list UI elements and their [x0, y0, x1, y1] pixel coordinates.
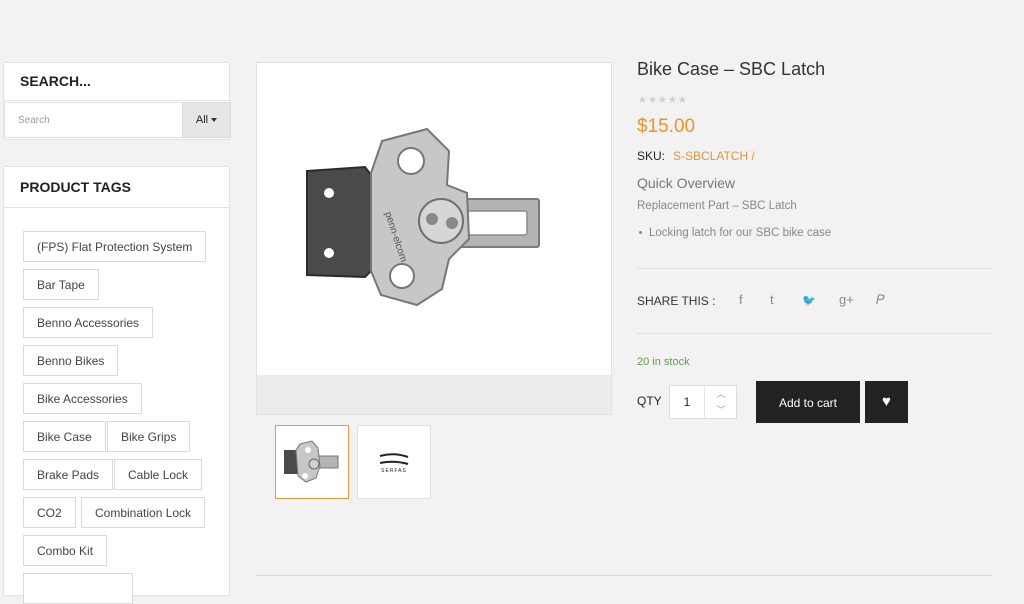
quick-overview-text: Replacement Part – SBC Latch — [637, 200, 797, 212]
pinterest-icon[interactable]: 𝑃 — [876, 292, 885, 308]
tag-link[interactable]: Benno Accessories — [23, 307, 154, 338]
divider — [256, 575, 992, 576]
facebook-icon[interactable]: f — [739, 292, 743, 307]
divider — [637, 333, 992, 334]
qty-arrows: ︿ ﹀ — [704, 386, 737, 418]
sku: SKU: S-SBCLATCH / — [637, 149, 755, 163]
wishlist-button[interactable]: ♥ — [865, 381, 908, 423]
tumblr-icon[interactable]: t — [770, 292, 774, 307]
feature-list-item: Locking latch for our SBC bike case — [637, 227, 831, 239]
google-plus-icon[interactable]: g+ — [839, 292, 854, 307]
chevron-up-icon[interactable]: ︿ — [705, 386, 737, 402]
tag-link[interactable]: Bike Grips — [107, 421, 191, 452]
thumbnail-latch[interactable] — [275, 425, 349, 499]
search-input[interactable] — [4, 102, 182, 138]
tag-link[interactable] — [23, 573, 133, 604]
divider — [637, 268, 992, 269]
search-widget-title: SEARCH... — [4, 63, 229, 101]
tag-link[interactable]: Cable Lock — [114, 459, 203, 490]
serfas-logo-image: SERFAS — [379, 453, 409, 474]
search-category-label: All — [195, 114, 209, 126]
search-widget: SEARCH... All — [3, 62, 231, 140]
search-row: All — [4, 102, 231, 138]
product-tags-title: PRODUCT TAGS — [4, 167, 229, 208]
quantity-stepper: ︿ ﹀ — [669, 385, 737, 419]
tag-link[interactable]: Bar Tape — [23, 269, 99, 300]
gallery-footer — [257, 375, 611, 414]
quick-overview-heading: Quick Overview — [637, 175, 736, 191]
tag-link[interactable]: Bike Accessories — [23, 383, 142, 414]
add-to-cart-button[interactable]: Add to cart — [756, 381, 860, 423]
stock-status: 20 in stock — [637, 356, 690, 368]
product-title: Bike Case – SBC Latch — [637, 59, 826, 79]
twitter-icon[interactable]: 🐦 — [802, 294, 816, 307]
search-category-select[interactable]: All — [182, 102, 231, 138]
quantity-input[interactable] — [670, 386, 704, 418]
thumbnail-latch-image — [284, 440, 339, 483]
sku-value: S-SBCLATCH / — [673, 149, 755, 163]
caret-down-icon — [211, 118, 218, 123]
product-price: $15.00 — [637, 116, 696, 137]
tag-link[interactable]: CO2 — [23, 497, 76, 528]
serfas-logo-text: SERFAS — [381, 468, 407, 474]
tag-link[interactable]: Combo Kit — [23, 535, 108, 566]
qty-label: QTY — [637, 394, 662, 408]
bullet-icon — [639, 231, 642, 235]
chevron-down-icon[interactable]: ﹀ — [705, 402, 737, 418]
heart-icon: ♥ — [882, 393, 891, 410]
product-gallery: penn-elcom — [256, 62, 612, 415]
rating-stars: ★★★★★ — [638, 95, 688, 106]
share-label: SHARE THIS : — [637, 294, 716, 308]
sku-label: SKU: — [637, 149, 666, 163]
tag-link[interactable]: Bike Case — [23, 421, 106, 452]
tag-link[interactable]: Brake Pads — [23, 459, 114, 490]
tag-link[interactable]: (FPS) Flat Protection System — [23, 231, 207, 262]
product-tags-widget: PRODUCT TAGS (FPS) Flat Protection Syste… — [3, 166, 230, 604]
tag-link[interactable]: Combination Lock — [81, 497, 206, 528]
feature-text: Locking latch for our SBC bike case — [649, 227, 832, 239]
product-main-image[interactable]: penn-elcom — [257, 63, 611, 375]
tag-link[interactable]: Benno Bikes — [23, 345, 119, 376]
thumbnail-logo[interactable]: SERFAS — [357, 425, 431, 499]
